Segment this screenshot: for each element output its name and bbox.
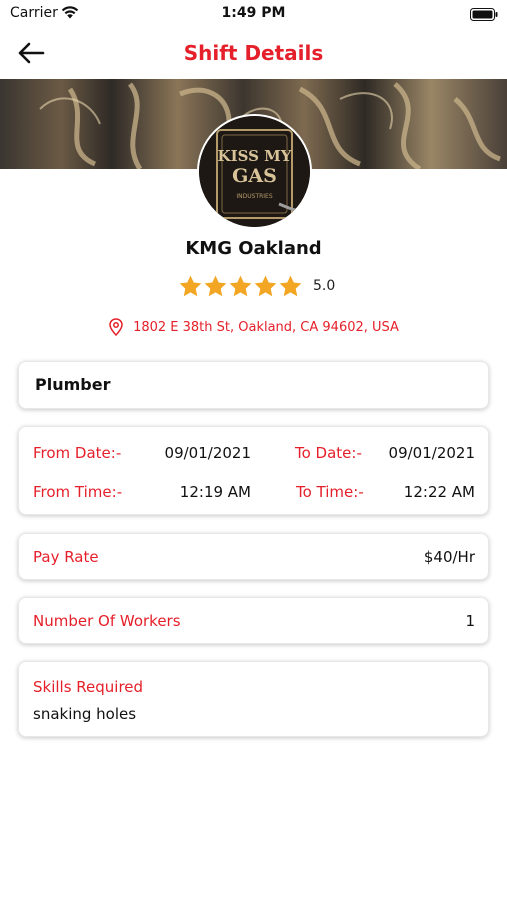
to-time-value: 12:22 AM (403, 483, 475, 501)
rating-row: 5.0 (178, 272, 335, 300)
skills-card: Skills Required snaking holes (18, 661, 489, 737)
location-pin-icon (109, 318, 123, 336)
star-icon (279, 275, 302, 296)
schedule-card: From Date:- 09/01/2021 To Date:- 09/01/2… (18, 426, 489, 515)
to-date-label: To Date:- (295, 444, 362, 462)
job-title: Plumber (35, 375, 111, 394)
venue-avatar: KISS MY GAS INDUSTRIES (197, 114, 312, 229)
workers-label: Number Of Workers (33, 612, 181, 630)
page-title: Shift Details (183, 41, 324, 65)
to-date-value: 09/01/2021 (388, 444, 475, 462)
status-time: 1:49 PM (221, 5, 286, 21)
address-text: 1802 E 38th St, Oakland, CA 94602, USA (133, 319, 399, 335)
workers-card: Number Of Workers 1 (18, 597, 489, 644)
star-icon (204, 275, 227, 296)
address-row[interactable]: 1802 E 38th St, Oakland, CA 94602, USA (0, 318, 507, 336)
nav-bar: Shift Details (0, 28, 507, 78)
pay-rate-label: Pay Rate (33, 548, 99, 566)
venue-name: KMG Oakland (185, 238, 322, 259)
star-icon (254, 275, 277, 296)
from-time-label: From Time:- (33, 483, 123, 501)
skills-value: snaking holes (33, 705, 137, 723)
status-bar: Carrier 1:49 PM (0, 0, 507, 28)
to-time-label: To Time:- (296, 483, 364, 501)
battery-icon (470, 6, 498, 21)
pay-rate-card: Pay Rate $40/Hr (18, 533, 489, 580)
logo-text-2: GAS (232, 165, 277, 187)
logo-text-1: KISS MY (218, 147, 292, 165)
workers-value: 1 (465, 612, 475, 630)
star-icon (229, 275, 252, 296)
skills-label: Skills Required (33, 678, 144, 696)
job-title-card: Plumber (18, 361, 489, 409)
logo-text-3: INDUSTRIES (236, 193, 272, 200)
from-date-label: From Date:- (33, 444, 122, 462)
from-time-value: 12:19 AM (179, 483, 251, 501)
rating-value: 5.0 (313, 278, 336, 294)
from-date-value: 09/01/2021 (164, 444, 251, 462)
star-icon (179, 275, 202, 296)
pay-rate-value: $40/Hr (423, 548, 475, 566)
